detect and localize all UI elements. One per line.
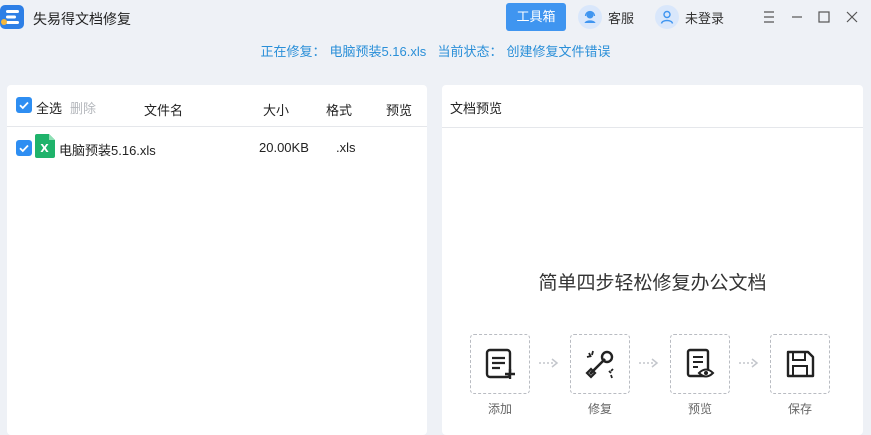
repair-status-bar: 正在修复： 电脑预装5.16.xls 当前状态： 创建修复文件错误 — [0, 35, 871, 69]
delete-button[interactable]: 删除 — [70, 98, 96, 117]
file-format: .xls — [336, 140, 356, 155]
login-label: 未登录 — [685, 10, 725, 26]
column-header-name: 文件名 — [144, 103, 184, 118]
state-label: 当前状态： — [437, 44, 503, 59]
toolbox-button[interactable]: 工具箱 — [506, 3, 566, 31]
customer-service-label: 客服 — [608, 10, 635, 26]
repairing-file: 电脑预装5.16.xls — [329, 44, 427, 59]
customer-service-button[interactable]: 客服 — [578, 5, 634, 29]
table-row[interactable]: X 电脑预装5.16.xls 20.00KB .xls — [7, 127, 427, 167]
file-size: 20.00KB — [259, 140, 309, 155]
select-all-checkbox[interactable] — [16, 97, 32, 113]
column-header-format: 格式 — [326, 103, 353, 118]
step-label: 添加 — [487, 402, 512, 416]
preview-header: 文档预览 — [442, 85, 863, 128]
check-icon — [19, 101, 29, 110]
save-floppy-icon — [786, 350, 815, 378]
close-icon[interactable] — [843, 8, 861, 26]
step-preview: 预览 — [670, 334, 730, 417]
file-list-header: 全选 删除 文件名 大小 格式 预览 — [7, 85, 427, 127]
preview-title: 文档预览 — [450, 101, 503, 116]
file-name: 电脑预装5.16.xls — [59, 143, 156, 158]
state-value: 创建修复文件错误 — [506, 44, 611, 59]
dotted-arrow-icon — [539, 358, 559, 368]
step-add: 添加 — [470, 334, 530, 417]
repairing-label: 正在修复： — [260, 44, 326, 59]
minimize-icon[interactable] — [788, 8, 806, 26]
preview-document-icon — [686, 348, 715, 378]
column-header-size: 大小 — [263, 103, 290, 118]
file-list-panel: 全选 删除 文件名 大小 格式 预览 X 电脑预装5.16.xls 20.00K… — [7, 85, 427, 435]
add-document-icon — [485, 348, 515, 379]
step-save: 保存 — [770, 334, 830, 417]
check-icon — [19, 144, 29, 153]
app-logo-icon — [0, 5, 24, 29]
maximize-icon[interactable] — [815, 8, 833, 26]
title-bar: 失易得文档修复 工具箱 客服 未登录 — [0, 0, 871, 35]
row-checkbox[interactable] — [16, 140, 32, 156]
dotted-arrow-icon — [639, 358, 659, 368]
repair-tools-icon — [585, 350, 614, 379]
user-avatar-icon — [655, 5, 679, 29]
document-preview-panel: 文档预览 简单四步轻松修复办公文档 添加 修复 预览 保存 — [442, 85, 863, 435]
excel-file-icon: X — [35, 134, 55, 158]
login-button[interactable]: 未登录 — [655, 5, 724, 29]
step-label: 保存 — [787, 402, 812, 416]
step-repair: 修复 — [570, 334, 630, 417]
menu-icon[interactable] — [760, 8, 778, 26]
step-label: 修复 — [587, 402, 612, 416]
column-header-preview: 预览 — [386, 103, 413, 118]
preview-heading: 简单四步轻松修复办公文档 — [538, 273, 767, 294]
svg-text:X: X — [40, 142, 49, 155]
step-label: 预览 — [687, 402, 712, 416]
customer-service-icon — [578, 5, 602, 29]
select-all-label[interactable]: 全选 — [36, 98, 62, 117]
dotted-arrow-icon — [739, 358, 759, 368]
app-title: 失易得文档修复 — [33, 11, 131, 27]
